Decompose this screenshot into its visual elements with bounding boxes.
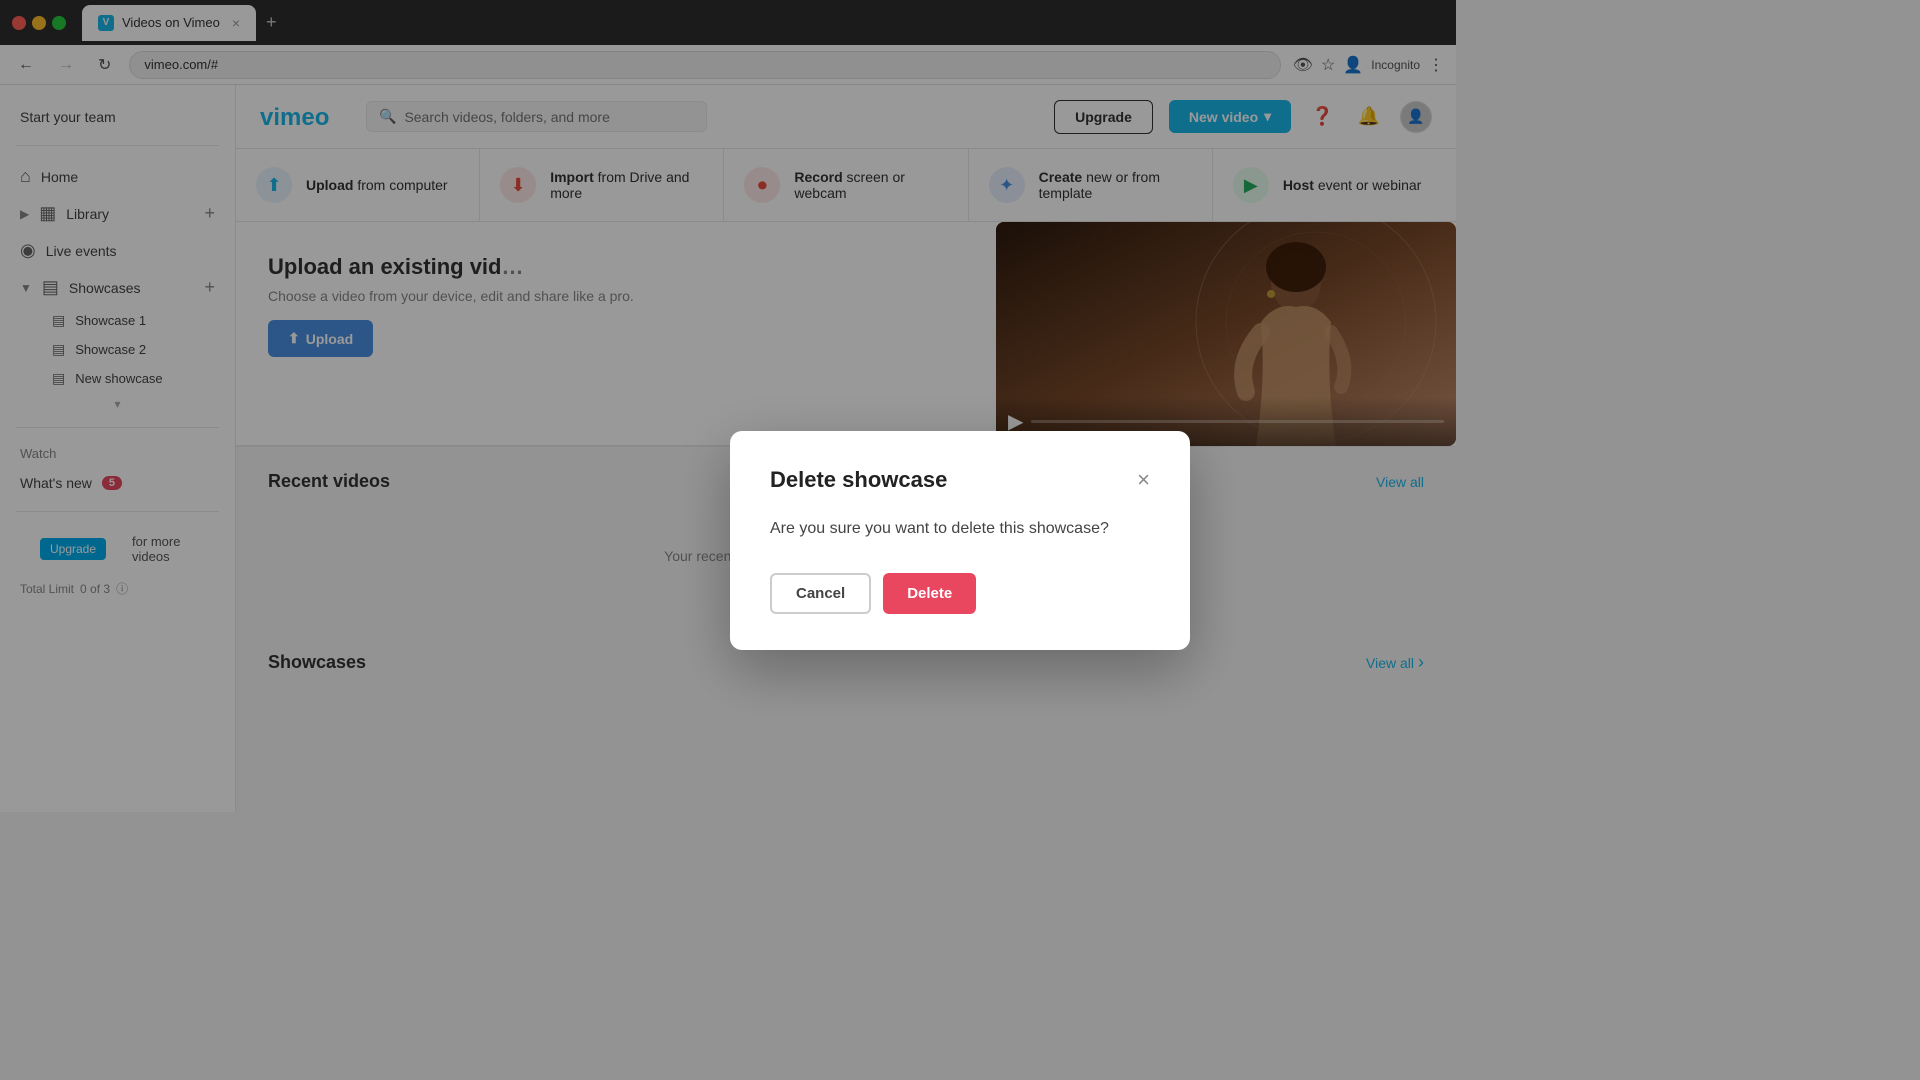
modal-header: Delete showcase × — [770, 467, 1150, 493]
delete-button[interactable]: Delete — [883, 573, 976, 614]
modal-close-button[interactable]: × — [1137, 469, 1150, 491]
delete-showcase-modal: Delete showcase × Are you sure you want … — [730, 431, 1190, 650]
cancel-button[interactable]: Cancel — [770, 573, 871, 614]
modal-actions: Cancel Delete — [770, 573, 1150, 614]
modal-body: Are you sure you want to delete this sho… — [770, 517, 1150, 541]
modal-body-text: Are you sure you want to delete this sho… — [770, 517, 1150, 541]
modal-overlay[interactable]: Delete showcase × Are you sure you want … — [0, 0, 1920, 1080]
modal-title: Delete showcase — [770, 467, 947, 493]
